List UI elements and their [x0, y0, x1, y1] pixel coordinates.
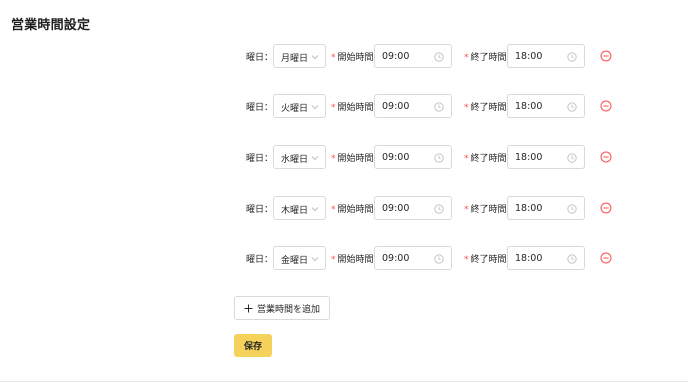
day-select[interactable]: 金曜日 [273, 246, 326, 270]
start-time-input[interactable]: 09:00 [374, 145, 452, 169]
clock-icon [434, 102, 444, 112]
end-time-value: 18:00 [515, 101, 543, 112]
end-time-label: * 終了時間 [464, 103, 507, 113]
day-select-value: 木曜日 [281, 206, 309, 216]
minus-circle-icon[interactable] [600, 100, 612, 112]
clock-icon [434, 254, 444, 264]
add-button-label: 営業時間を追加 [256, 304, 320, 315]
minus-circle-icon[interactable] [600, 202, 612, 214]
start-time-label: * 開始時間 [331, 103, 374, 113]
day-select[interactable]: 火曜日 [273, 94, 326, 118]
day-label: 曜日： [246, 205, 274, 215]
day-label: 曜日： [246, 154, 274, 164]
end-time-input[interactable]: 18:00 [507, 246, 585, 270]
end-time-value: 18:00 [515, 203, 543, 214]
start-time-value: 09:00 [382, 152, 410, 163]
start-time-label: * 開始時間 [331, 205, 374, 215]
save-button[interactable]: 保存 [234, 334, 272, 357]
day-select-value: 水曜日 [281, 155, 309, 165]
end-time-label: * 終了時間 [464, 53, 507, 63]
end-time-value: 18:00 [515, 51, 543, 62]
start-time-label: * 開始時間 [331, 53, 374, 63]
schedule-row: 曜日： 木曜日 * 開始時間 09:00 * 終了時間 18:00 [0, 196, 688, 220]
clock-icon [434, 204, 444, 214]
clock-icon [567, 102, 577, 112]
day-select[interactable]: 木曜日 [273, 196, 326, 220]
start-time-label: * 開始時間 [331, 154, 374, 164]
start-time-value: 09:00 [382, 51, 410, 62]
clock-icon [434, 153, 444, 163]
clock-icon [567, 204, 577, 214]
minus-circle-icon[interactable] [600, 151, 612, 163]
start-time-value: 09:00 [382, 253, 410, 264]
plus-icon [244, 304, 253, 312]
divider [0, 381, 688, 382]
end-time-value: 18:00 [515, 253, 543, 264]
schedule-row: 曜日： 月曜日 * 開始時間 09:00 * 終了時間 18:00 [0, 44, 688, 68]
day-label: 曜日： [246, 53, 274, 63]
chevron-down-icon [311, 105, 319, 110]
chevron-down-icon [311, 257, 319, 262]
clock-icon [567, 52, 577, 62]
clock-icon [434, 52, 444, 62]
start-time-input[interactable]: 09:00 [374, 44, 452, 68]
day-select[interactable]: 月曜日 [273, 44, 326, 68]
add-business-hours-button[interactable]: 営業時間を追加 [234, 296, 330, 320]
page-title: 営業時間設定 [11, 18, 91, 33]
schedule-row: 曜日： 火曜日 * 開始時間 09:00 * 終了時間 18:00 [0, 94, 688, 118]
end-time-input[interactable]: 18:00 [507, 44, 585, 68]
start-time-input[interactable]: 09:00 [374, 196, 452, 220]
start-time-label: * 開始時間 [331, 255, 374, 265]
end-time-input[interactable]: 18:00 [507, 145, 585, 169]
day-select[interactable]: 水曜日 [273, 145, 326, 169]
business-hours-page: 営業時間設定 曜日： 月曜日 * 開始時間 09:00 * 終了時間 18:00 曜… [0, 0, 688, 383]
end-time-label: * 終了時間 [464, 154, 507, 164]
end-time-input[interactable]: 18:00 [507, 196, 585, 220]
day-select-value: 金曜日 [281, 256, 309, 266]
start-time-input[interactable]: 09:00 [374, 246, 452, 270]
minus-circle-icon[interactable] [600, 252, 612, 264]
day-select-value: 月曜日 [281, 54, 309, 64]
end-time-input[interactable]: 18:00 [507, 94, 585, 118]
start-time-value: 09:00 [382, 203, 410, 214]
clock-icon [567, 153, 577, 163]
schedule-row: 曜日： 金曜日 * 開始時間 09:00 * 終了時間 18:00 [0, 246, 688, 270]
end-time-label: * 終了時間 [464, 205, 507, 215]
minus-circle-icon[interactable] [600, 50, 612, 62]
chevron-down-icon [311, 156, 319, 161]
clock-icon [567, 254, 577, 264]
day-select-value: 火曜日 [281, 104, 309, 114]
day-label: 曜日： [246, 103, 274, 113]
start-time-input[interactable]: 09:00 [374, 94, 452, 118]
end-time-value: 18:00 [515, 152, 543, 163]
chevron-down-icon [311, 55, 319, 60]
chevron-down-icon [311, 207, 319, 212]
day-label: 曜日： [246, 255, 274, 265]
end-time-label: * 終了時間 [464, 255, 507, 265]
start-time-value: 09:00 [382, 101, 410, 112]
schedule-row: 曜日： 水曜日 * 開始時間 09:00 * 終了時間 18:00 [0, 145, 688, 169]
